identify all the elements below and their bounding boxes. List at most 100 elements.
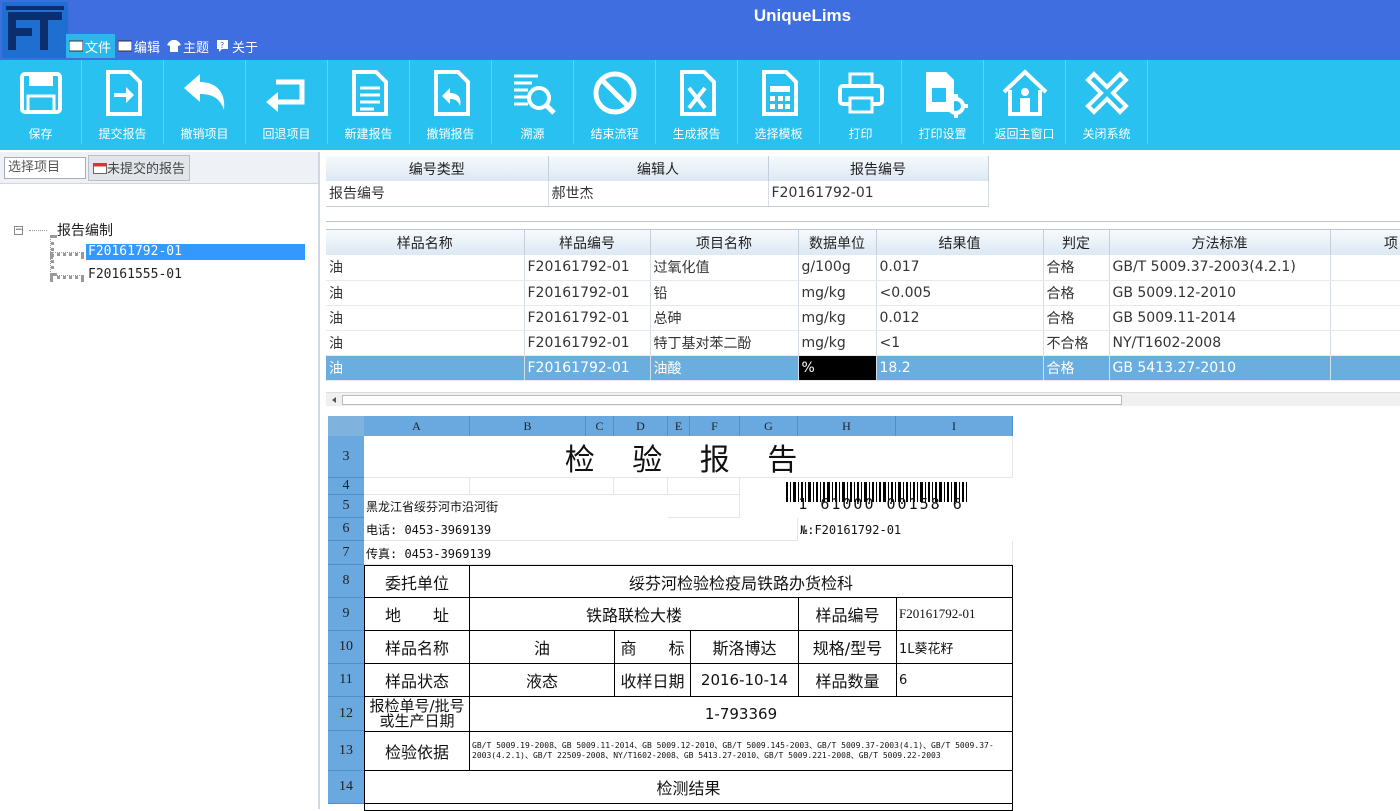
print-button[interactable]: 打印 <box>820 60 902 144</box>
column-header[interactable]: 编辑人 <box>548 156 769 181</box>
table-row[interactable]: 油 F20161792-01 过氧化值 g/100g 0.017 合格 GB/T… <box>326 255 1400 281</box>
table-cell[interactable]: F20161792-01 <box>524 280 651 306</box>
table-cell[interactable]: 总砷 <box>650 305 799 331</box>
select-template-button[interactable]: 选择模板 <box>738 60 820 144</box>
table-cell[interactable]: GB 5009.11-2014 <box>1109 305 1331 331</box>
table-cell[interactable]: g/100g <box>798 255 877 281</box>
table-cell[interactable]: F20161792-01 <box>524 330 651 356</box>
sample-name-label[interactable]: 样品名称 <box>364 630 470 664</box>
column-header[interactable]: 样品编号 <box>524 230 651 255</box>
column-header[interactable]: 项目名称 <box>650 230 799 255</box>
table-row[interactable]: 油 F20161792-01 特丁基对苯二酚 mg/kg <1 不合格 NY/T… <box>326 330 1400 356</box>
basis-label[interactable]: 检验依据 <box>364 731 470 771</box>
lab-phone[interactable]: 电话: 0453-3969139 <box>366 518 666 541</box>
table-cell[interactable]: 18.2 <box>876 355 1044 381</box>
table-cell[interactable]: GB/T 5009.37-2003(4.2.1) <box>1109 255 1331 281</box>
table-cell[interactable]: 0.017 <box>876 255 1044 281</box>
received-date-label[interactable]: 收样日期 <box>614 663 691 697</box>
brand-value[interactable]: 斯洛博达 <box>690 630 799 664</box>
table-cell[interactable]: 合格 <box>1043 355 1110 381</box>
table-cell[interactable]: 油 <box>326 305 525 331</box>
empty-cell[interactable] <box>470 478 614 495</box>
generate-report-button[interactable]: 生成报告 <box>656 60 738 144</box>
row-header[interactable]: 9 <box>328 598 364 631</box>
table-cell[interactable]: GB 5009.12-2010 <box>1109 280 1331 306</box>
column-header[interactable]: 判定 <box>1043 230 1110 255</box>
row-header[interactable]: 11 <box>328 664 364 697</box>
results-header-row[interactable] <box>364 803 1013 811</box>
sample-no-value[interactable]: F20161792-01 <box>896 597 1013 631</box>
sample-state-value[interactable]: 液态 <box>469 663 615 697</box>
column-header[interactable]: 样品名称 <box>326 230 525 255</box>
row-header[interactable]: 7 <box>328 541 364 565</box>
received-date-value[interactable]: 2016-10-14 <box>690 663 799 697</box>
column-header[interactable]: I <box>896 416 1013 436</box>
table-cell[interactable]: 油 <box>326 355 525 381</box>
table-cell[interactable]: <0.005 <box>876 280 1044 306</box>
table-row[interactable]: 报告编号 郝世杰 F20161792-01 <box>326 181 989 207</box>
trace-button[interactable]: 溯源 <box>492 60 574 144</box>
close-system-button[interactable]: 关闭系统 <box>1066 60 1148 144</box>
table-row[interactable]: 油 F20161792-01 总砷 mg/kg 0.012 合格 GB 5009… <box>326 305 1400 331</box>
column-header[interactable]: 方法标准 <box>1109 230 1331 255</box>
sample-state-label[interactable]: 样品状态 <box>364 663 470 697</box>
tree-item-report[interactable]: F20161555-01 <box>86 267 184 283</box>
table-cell[interactable]: 合格 <box>1043 280 1110 306</box>
table-cell[interactable]: 铅 <box>650 280 799 306</box>
sheet-corner[interactable] <box>328 416 364 436</box>
menu-file[interactable]: 文件 <box>66 34 116 58</box>
empty-cell[interactable] <box>668 478 740 495</box>
column-header[interactable]: 结果值 <box>876 230 1044 255</box>
column-header[interactable]: E <box>668 416 690 436</box>
column-header[interactable]: 报告编号 <box>768 156 989 181</box>
tree-item-report[interactable]: F20161792-01 <box>86 244 305 260</box>
column-header[interactable]: B <box>470 416 586 436</box>
table-cell[interactable]: F20161792-01 <box>524 305 651 331</box>
unsubmitted-reports-tab[interactable]: 未提交的报告 <box>88 154 191 181</box>
report-number[interactable]: №:F20161792-01 <box>800 518 1010 541</box>
results-section-title[interactable]: 检测结果 <box>364 770 1013 804</box>
brand-label[interactable]: 商 标 <box>614 630 691 664</box>
select-item-input[interactable]: 选择项目 <box>4 156 86 179</box>
row-header[interactable]: 3 <box>328 436 364 478</box>
report-title[interactable]: 检 验 报 告 <box>364 436 1013 478</box>
table-cell[interactable]: 合格 <box>1043 305 1110 331</box>
batch-label[interactable]: 报检单号/批号或生产日期 <box>364 696 470 732</box>
undo-report-button[interactable]: 撤销报告 <box>410 60 492 144</box>
scrollbar-thumb[interactable] <box>342 395 1122 405</box>
table-cell[interactable]: mg/kg <box>798 305 877 331</box>
table-cell[interactable]: 合格 <box>1043 255 1110 281</box>
column-header[interactable]: 项目 <box>1330 230 1400 255</box>
save-button[interactable]: 保存 <box>0 60 82 144</box>
sample-name-value[interactable]: 油 <box>469 630 615 664</box>
table-cell[interactable]: 特丁基对苯二酚 <box>650 330 799 356</box>
client-label[interactable]: 委托单位 <box>364 565 470 598</box>
menu-about[interactable]: ? 关于 <box>213 34 262 58</box>
column-header[interactable]: G <box>740 416 798 436</box>
menu-theme[interactable]: 主题 <box>164 34 213 58</box>
row-header[interactable]: 13 <box>328 731 364 771</box>
menu-edit[interactable]: 编辑 <box>115 34 164 58</box>
row-header[interactable]: 5 <box>328 495 364 518</box>
column-header[interactable]: H <box>798 416 896 436</box>
column-header[interactable]: 数据单位 <box>798 230 877 255</box>
table-cell[interactable]: <1 <box>876 330 1044 356</box>
new-report-button[interactable]: 新建报告 <box>328 60 410 144</box>
table-row-selected[interactable]: 油 F20161792-01 油酸 % 18.2 合格 GB 5413.27-2… <box>326 355 1400 381</box>
table-row[interactable]: 油 F20161792-01 铅 mg/kg <0.005 合格 GB 5009… <box>326 280 1400 306</box>
column-header[interactable]: F <box>690 416 740 436</box>
table-cell[interactable] <box>1330 355 1400 381</box>
table-cell[interactable]: 油酸 <box>650 355 799 381</box>
table-cell[interactable]: 郝世杰 <box>548 181 769 207</box>
end-flow-button[interactable]: 结束流程 <box>574 60 656 144</box>
table-cell[interactable] <box>1330 255 1400 281</box>
empty-cell[interactable] <box>614 478 668 495</box>
table-cell[interactable] <box>1330 280 1400 306</box>
row-header[interactable]: 4 <box>328 478 364 495</box>
collapse-icon[interactable]: − <box>14 225 23 235</box>
sample-qty-value[interactable]: 6 <box>896 663 1013 697</box>
table-cell[interactable]: NY/T1602-2008 <box>1109 330 1331 356</box>
table-cell[interactable]: F20161792-01 <box>524 355 651 381</box>
row-header[interactable]: 6 <box>328 518 364 541</box>
table-cell[interactable]: 油 <box>326 330 525 356</box>
